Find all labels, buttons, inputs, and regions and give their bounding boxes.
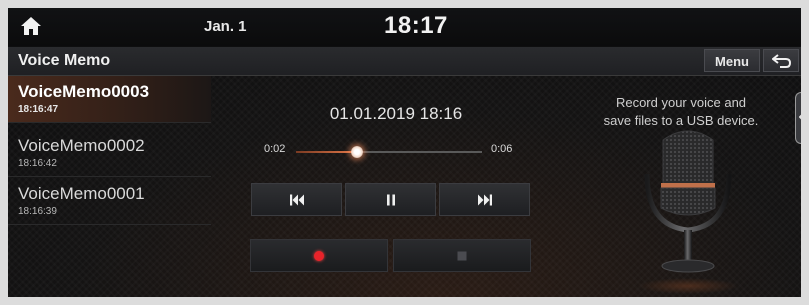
back-button[interactable] [763, 49, 799, 72]
previous-button[interactable] [251, 183, 342, 216]
record-button[interactable] [250, 239, 388, 272]
status-date: Jan. 1 [204, 18, 247, 35]
microphone-icon [638, 130, 738, 294]
status-clock: 18:17 [384, 12, 448, 39]
memo-name: VoiceMemo0001 [18, 184, 145, 203]
info-line-1: Record your voice and [615, 95, 747, 110]
recording-datetime: 01.01.2019 18:16 [329, 104, 463, 123]
pause-button[interactable] [345, 183, 436, 216]
next-track-icon [477, 194, 492, 205]
progress-fill [296, 151, 358, 153]
chevron-left-icon [799, 114, 801, 120]
status-bar: Jan. 1 18:17 [8, 8, 801, 46]
pause-icon [386, 194, 395, 205]
info-text: Record your voice and save files to a US… [581, 94, 781, 130]
list-item[interactable]: VoiceMemo0002 18:16:42 [8, 130, 211, 177]
head-unit-screen: Jan. 1 18:17 Voice Memo Menu VoiceMemo00… [8, 8, 801, 297]
elapsed-time: 0:02 [264, 143, 286, 155]
main-area: VoiceMemo0003 18:16:47 VoiceMemo0002 18:… [8, 76, 801, 297]
title-bar: Voice Memo Menu [8, 47, 801, 76]
side-panel-handle[interactable] [795, 92, 801, 144]
memo-name: VoiceMemo0003 [18, 82, 150, 101]
back-arrow-icon [772, 54, 792, 68]
record-icon [314, 250, 324, 261]
stop-button[interactable] [393, 239, 531, 272]
memo-name: VoiceMemo0002 [18, 136, 145, 155]
memo-time: 18:16:42 [18, 158, 57, 169]
menu-button[interactable]: Menu [704, 49, 760, 72]
list-item[interactable]: VoiceMemo0003 18:16:47 [8, 76, 211, 123]
page-title: Voice Memo [18, 52, 111, 69]
memo-time: 18:16:47 [18, 104, 59, 115]
progress-thumb[interactable] [351, 146, 364, 158]
list-item[interactable]: VoiceMemo0001 18:16:39 [8, 178, 211, 225]
progress-bar[interactable] [296, 146, 482, 158]
stop-icon [457, 251, 467, 260]
memo-time: 18:16:39 [18, 206, 57, 217]
previous-track-icon [289, 194, 304, 205]
home-icon[interactable] [20, 16, 42, 36]
total-time: 0:06 [491, 143, 513, 155]
next-button[interactable] [439, 183, 530, 216]
